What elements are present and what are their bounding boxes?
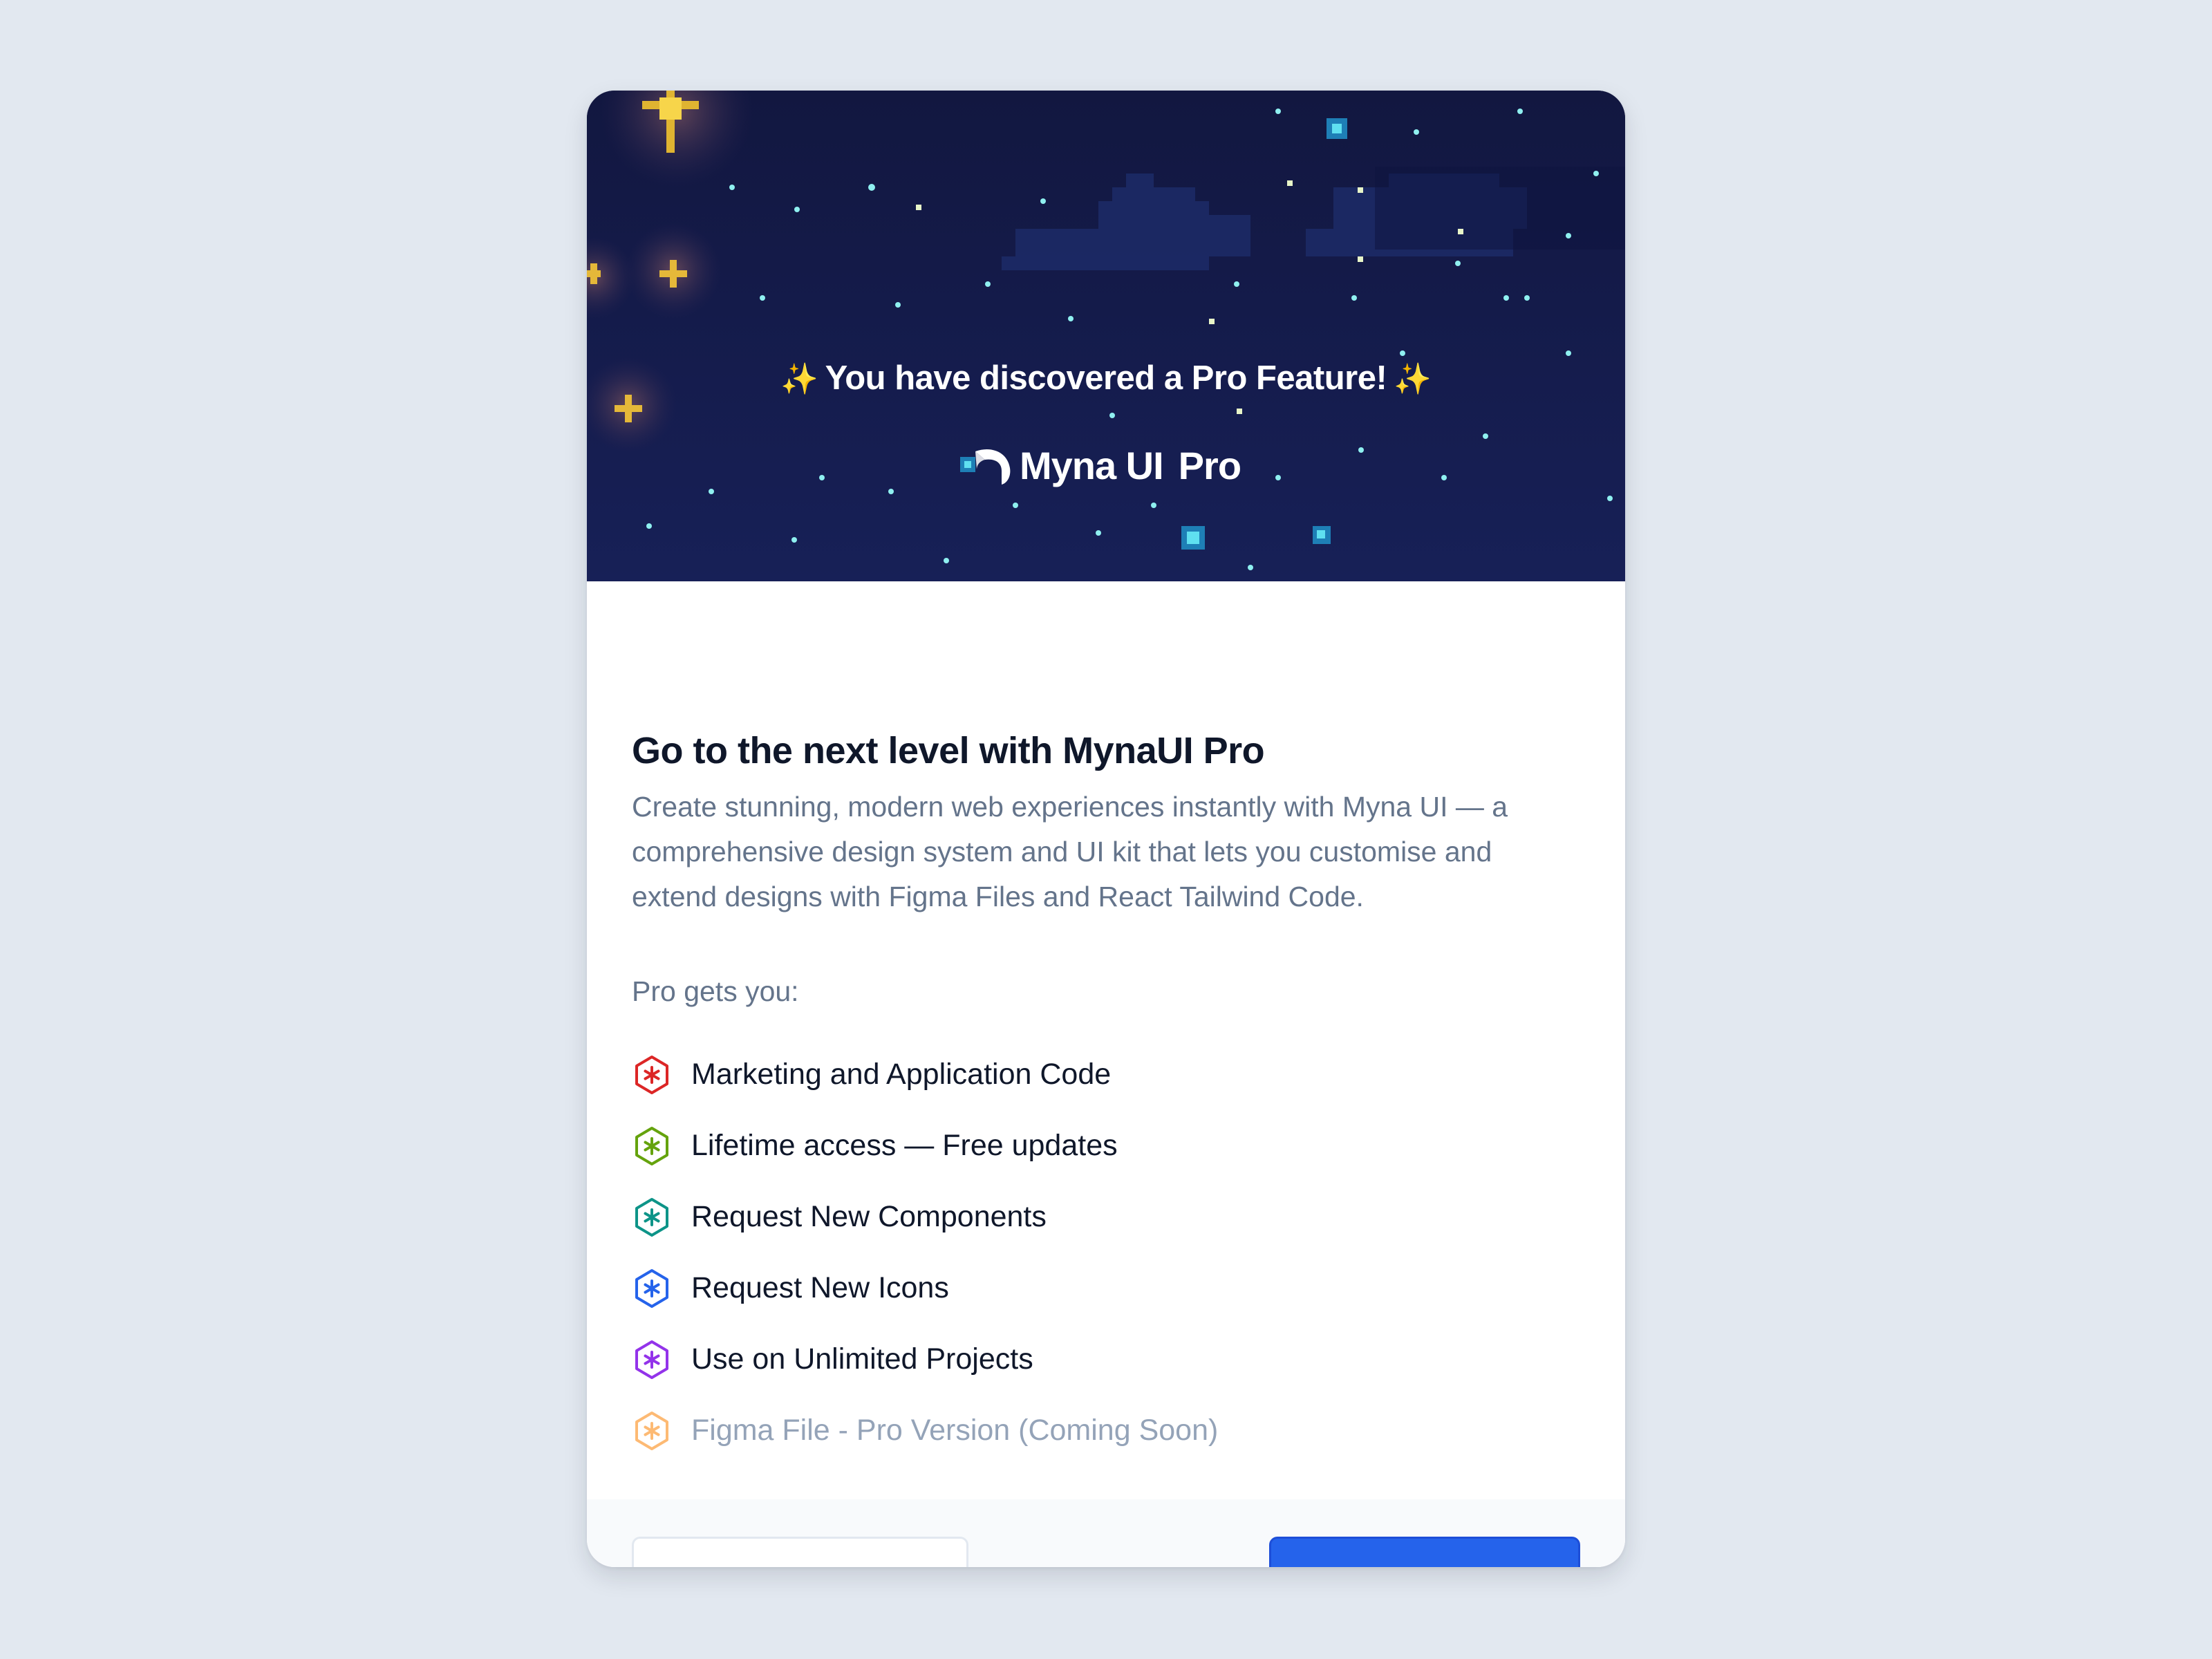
brand-lockup: Myna UI Pro	[587, 436, 1625, 494]
brand-pro-label: Pro	[1178, 443, 1241, 487]
modal-footer: I’ll think about it later Upgrade to Pro…	[587, 1499, 1625, 1567]
feature-label: Use on Unlimited Projects	[691, 1342, 1033, 1376]
upgrade-modal: ✨ You have discovered a Pro Feature! ✨ Myn…	[587, 91, 1625, 1567]
sparkles-icon: ✨	[780, 362, 818, 396]
feature-item-lifetime-access: Lifetime access — Free updates	[632, 1110, 1530, 1181]
feature-label: Lifetime access — Free updates	[691, 1129, 1118, 1162]
modal-body: Go to the next level with MynaUI Pro Cre…	[632, 727, 1580, 919]
think-later-button[interactable]: I’ll think about it later	[632, 1537, 968, 1567]
feature-label: Request New Icons	[691, 1271, 949, 1304]
feature-item-request-components: Request New Components	[632, 1181, 1530, 1253]
hexagon-asterisk-icon	[635, 1055, 668, 1094]
hero-title-text: You have discovered a Pro Feature!	[825, 359, 1387, 397]
feature-item-figma-file: Figma File - Pro Version (Coming Soon)	[632, 1395, 1530, 1466]
hero-title: ✨ You have discovered a Pro Feature! ✨	[587, 359, 1625, 397]
brand-name: Myna UI	[1019, 443, 1164, 487]
sparkles-icon: ✨	[1394, 362, 1432, 396]
feature-label: Figma File - Pro Version (Coming Soon)	[691, 1414, 1219, 1447]
starfield-background	[587, 91, 1625, 581]
feature-item-unlimited-projects: Use on Unlimited Projects	[632, 1324, 1530, 1395]
feature-item-request-icons: Request New Icons	[632, 1253, 1530, 1324]
feature-list: Marketing and Application Code Lifetime …	[632, 1039, 1530, 1466]
modal-description: Create stunning, modern web experiences …	[632, 791, 1508, 912]
hero-banner: ✨ You have discovered a Pro Feature! ✨ Myn…	[587, 91, 1625, 581]
feature-label: Request New Components	[691, 1200, 1047, 1233]
upgrade-to-pro-button[interactable]: Upgrade to Pro →	[1269, 1537, 1580, 1567]
modal-heading: Go to the next level with MynaUI Pro	[632, 730, 1265, 771]
hexagon-asterisk-icon	[635, 1197, 668, 1237]
hexagon-asterisk-icon	[635, 1268, 668, 1308]
hexagon-asterisk-icon	[635, 1411, 668, 1450]
myna-logo-icon	[975, 449, 1011, 485]
features-subheading: Pro gets you:	[632, 975, 799, 1007]
feature-item-marketing-code: Marketing and Application Code	[632, 1039, 1530, 1110]
feature-label: Marketing and Application Code	[691, 1058, 1112, 1091]
hexagon-asterisk-icon	[635, 1126, 668, 1165]
hexagon-asterisk-icon	[635, 1340, 668, 1379]
